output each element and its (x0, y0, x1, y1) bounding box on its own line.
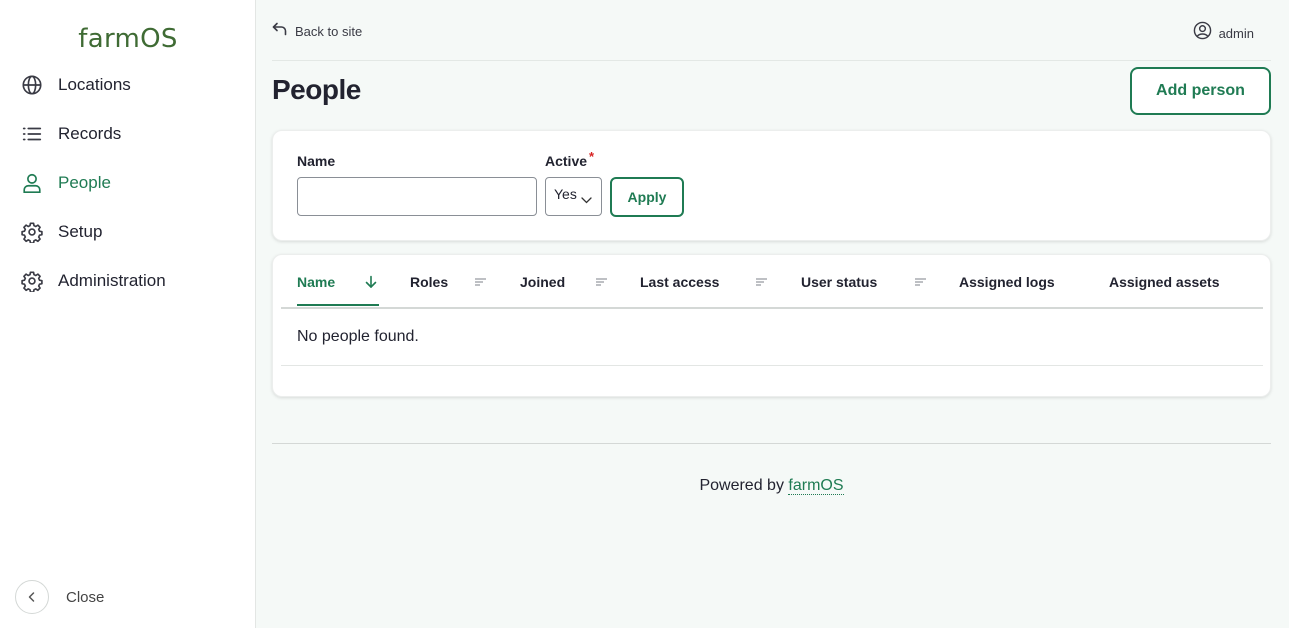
active-filter-label: Active * (545, 149, 594, 169)
active-select-value: Yes (554, 186, 577, 202)
chevron-left-icon[interactable] (15, 580, 49, 614)
globe-icon (20, 73, 44, 97)
sort-icon (914, 275, 927, 291)
page-title: People (272, 74, 361, 105)
row-divider (281, 365, 1263, 366)
column-header-roles[interactable]: Roles (410, 274, 486, 290)
sort-icon (595, 275, 608, 291)
close-label[interactable]: Close (66, 589, 104, 606)
user-circle-icon (1193, 21, 1212, 45)
people-table: Name Roles Joined Last access User statu… (272, 254, 1271, 397)
app-logo[interactable]: farmOS (0, 24, 256, 54)
chevron-down-icon (581, 191, 592, 209)
sidebar-item-label: Setup (58, 222, 103, 241)
name-filter-label: Name (297, 153, 336, 169)
column-header-label: Roles (410, 274, 449, 290)
person-icon (20, 171, 44, 195)
sidebar-item-records[interactable]: Records (20, 121, 240, 147)
column-header-user-status[interactable]: User status (801, 274, 926, 290)
add-person-button[interactable]: Add person (1130, 67, 1271, 115)
column-header-label: Assigned assets (1109, 274, 1220, 290)
empty-table-message: No people found. (297, 328, 419, 345)
column-header-label: User status (801, 274, 878, 290)
user-name: admin (1218, 25, 1254, 41)
active-sort-underline (297, 304, 379, 306)
column-header-label: Assigned logs (959, 274, 1055, 290)
sidebar-item-administration[interactable]: Administration (20, 268, 240, 294)
sidebar-item-locations[interactable]: Locations (20, 72, 240, 98)
sidebar-item-label: Records (58, 124, 122, 143)
back-arrow-icon (272, 22, 288, 41)
header-divider (281, 307, 1263, 309)
sidebar-item-people[interactable]: People (20, 170, 240, 196)
column-header-last-access[interactable]: Last access (640, 274, 767, 290)
sidebar: farmOS Locations Records People Setup Ad… (0, 0, 256, 628)
filter-panel: Name Active * Yes Apply (272, 130, 1271, 241)
sidebar-item-setup[interactable]: Setup (20, 219, 240, 245)
footer-prefix: Powered by (699, 477, 784, 494)
divider (272, 60, 1271, 61)
column-header-name[interactable]: Name (297, 274, 377, 290)
sidebar-item-label: People (58, 173, 111, 192)
active-filter-select[interactable]: Yes (545, 177, 602, 216)
column-header-label: Joined (520, 274, 566, 290)
apply-button[interactable]: Apply (610, 177, 684, 217)
column-header-assigned-assets: Assigned assets (1109, 274, 1220, 290)
back-to-site-label: Back to site (295, 24, 363, 39)
column-header-label: Name (297, 274, 336, 290)
sort-icon (755, 275, 768, 291)
back-to-site-link[interactable]: Back to site (272, 22, 362, 41)
sidebar-close-button[interactable]: Close (15, 580, 104, 614)
sidebar-item-label: Administration (58, 271, 166, 290)
arrow-down-icon (365, 275, 377, 292)
footer: Powered by farmOS (272, 477, 1271, 495)
sort-icon (474, 275, 487, 291)
required-marker: * (589, 149, 595, 164)
column-header-label: Last access (640, 274, 720, 290)
user-menu[interactable]: admin (1193, 21, 1254, 45)
column-header-assigned-logs: Assigned logs (959, 274, 1055, 290)
gear-icon (20, 220, 44, 244)
name-filter-input[interactable] (297, 177, 537, 216)
sidebar-item-label: Locations (58, 75, 131, 94)
topbar: Back to site admin (272, 18, 1271, 46)
gear-icon (20, 269, 44, 293)
active-label-text: Active (545, 153, 588, 169)
column-header-joined[interactable]: Joined (520, 274, 607, 290)
list-icon (20, 122, 44, 146)
farmos-link[interactable]: farmOS (788, 477, 844, 495)
footer-divider (272, 443, 1271, 444)
